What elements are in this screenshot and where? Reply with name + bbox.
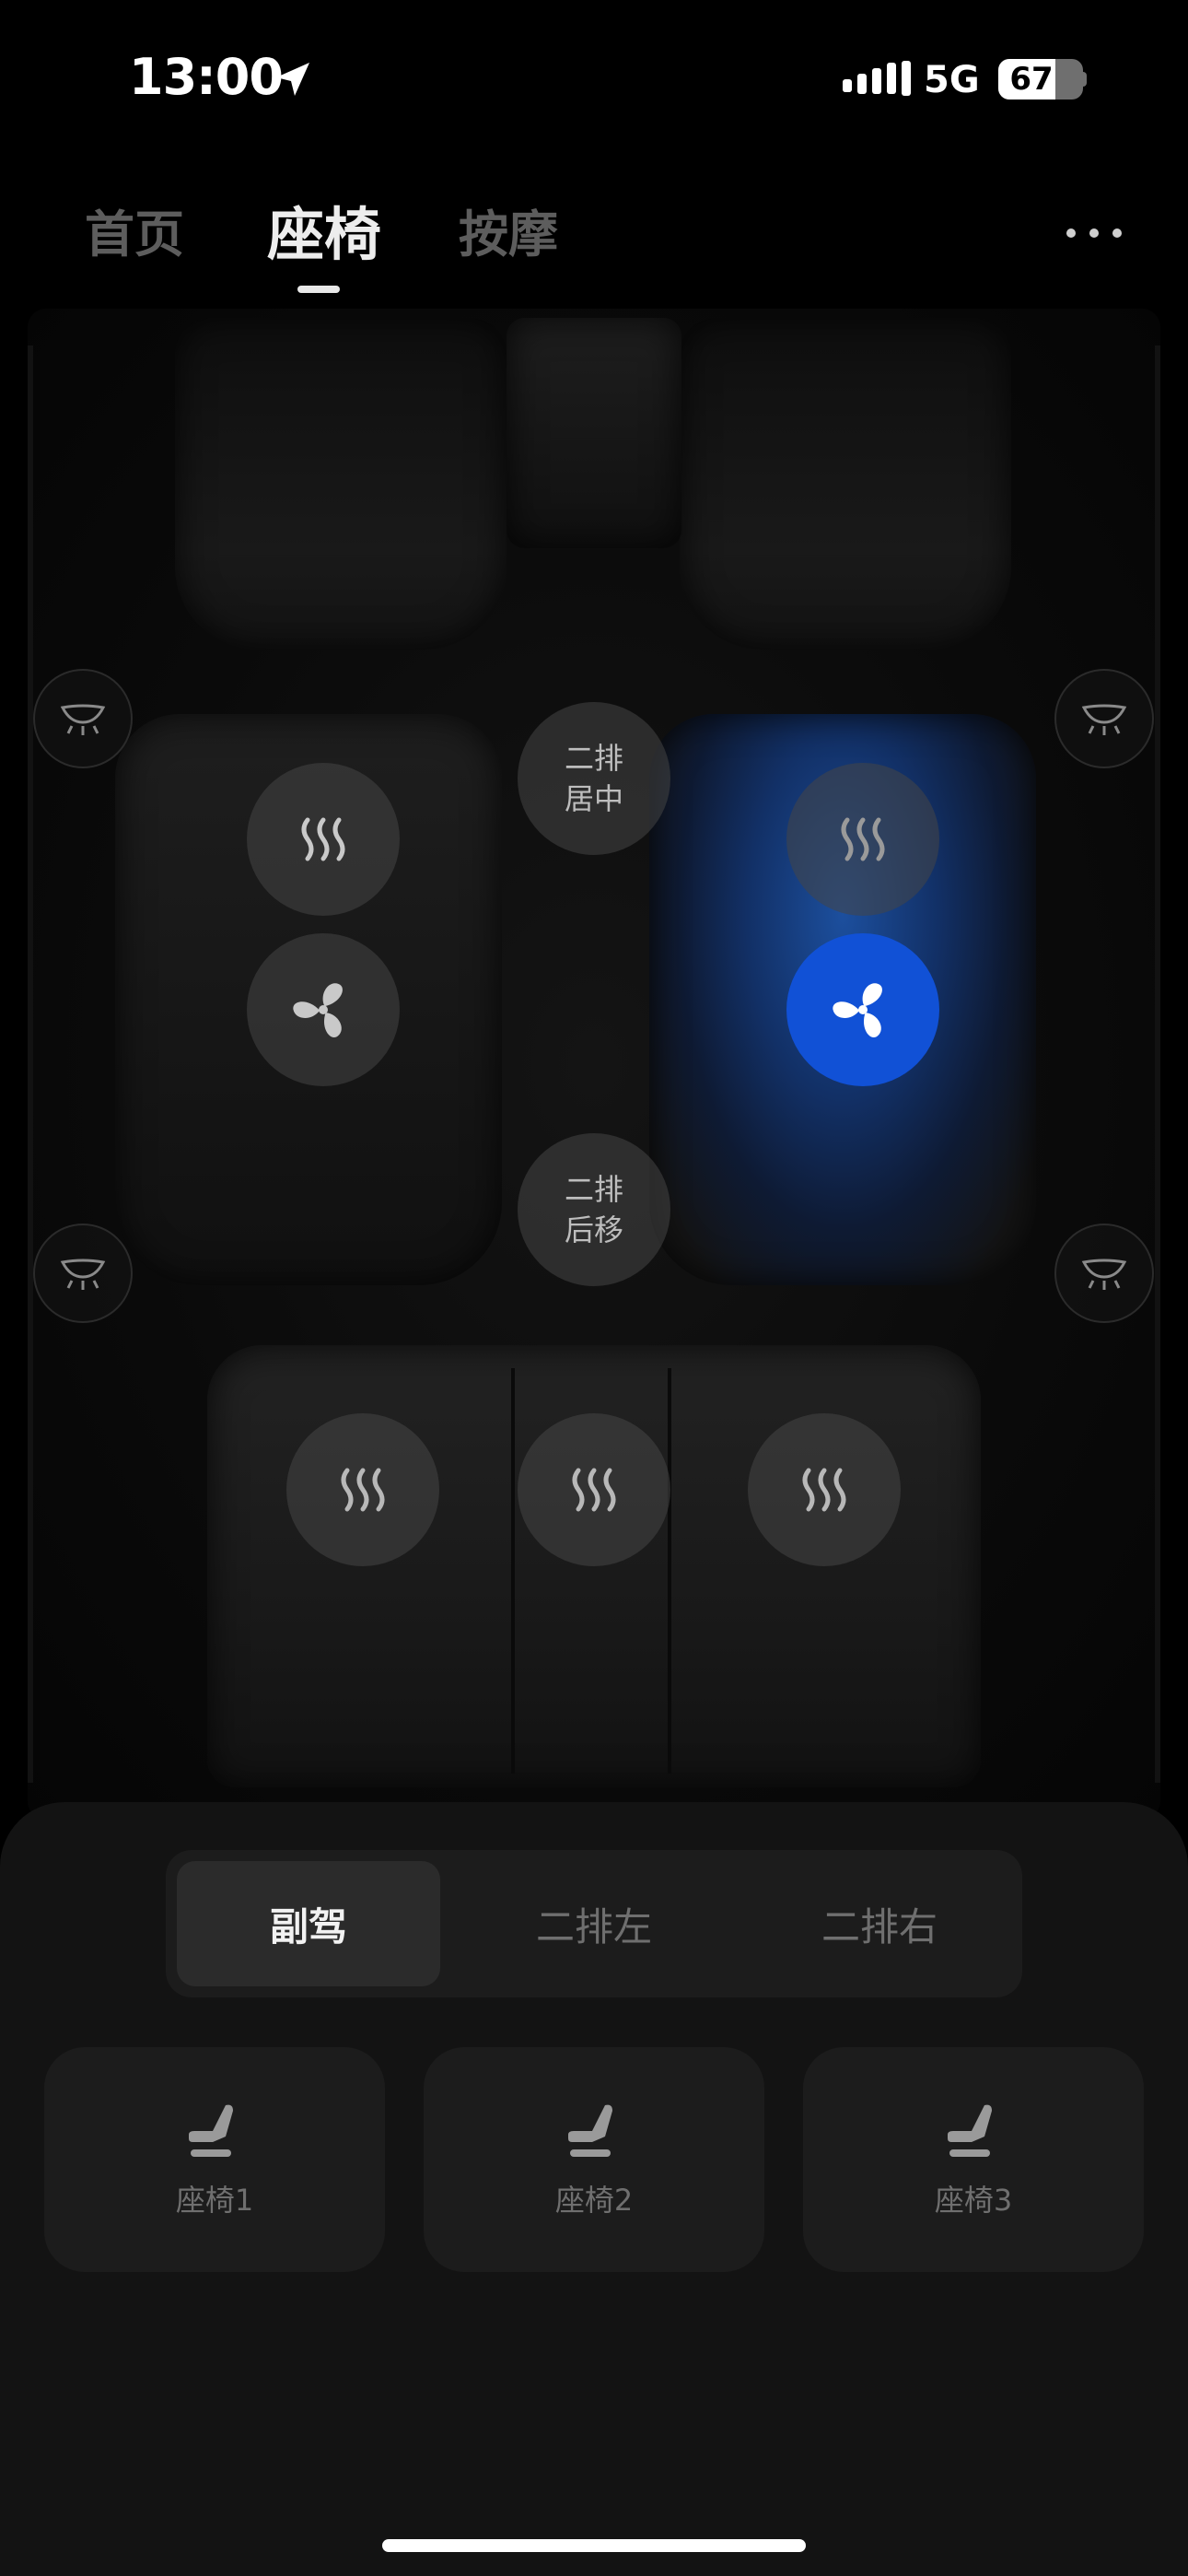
seat-icon [948, 2104, 992, 2157]
seat-preset-card-1[interactable]: 座椅1 [44, 2047, 385, 2272]
heat-icon [841, 817, 885, 861]
back-button-line2: 后移 [564, 1212, 623, 1247]
reading-light-icon [60, 1259, 106, 1290]
seat-ventilation-button-active[interactable] [786, 933, 939, 1086]
bench-divider [511, 1368, 515, 1774]
battery-icon: 67 [998, 59, 1083, 100]
status-time: 13:00 [129, 48, 284, 106]
reading-light-icon [60, 704, 106, 735]
heat-icon [802, 1468, 846, 1512]
network-type: 5G [924, 59, 980, 101]
seat-heat-button[interactable] [518, 1413, 670, 1566]
back-button-line1: 二排 [564, 1172, 623, 1207]
tab-home[interactable]: 首页 [85, 193, 184, 266]
active-tab-indicator [297, 286, 340, 293]
top-tabs: 首页 座椅 按摩 [0, 193, 1188, 295]
location-arrow-icon [276, 63, 309, 96]
more-dot-icon [1112, 228, 1122, 238]
seat-preset-label: 座椅2 [554, 2183, 634, 2218]
seat-heat-button[interactable] [247, 763, 400, 916]
front-right-seat [680, 318, 1011, 650]
seat-heat-button[interactable] [786, 763, 939, 916]
tab-seat[interactable]: 座椅 [267, 188, 381, 271]
seat-ventilation-button[interactable] [247, 933, 400, 1086]
reading-light-button[interactable] [33, 669, 133, 768]
tab-massage[interactable]: 按摩 [459, 193, 558, 266]
car-left-rail [28, 345, 33, 1783]
seat-option-second-right[interactable]: 二排右 [748, 1861, 1011, 1986]
reading-light-button[interactable] [1054, 1224, 1154, 1323]
car-right-rail [1155, 345, 1160, 1783]
seat-option-passenger[interactable]: 副驾 [177, 1861, 440, 1986]
seat-icon [189, 2104, 233, 2157]
fan-icon [833, 983, 882, 1037]
more-dot-icon [1089, 228, 1099, 238]
reading-light-icon [1081, 704, 1127, 735]
cellular-signal-icon [843, 61, 911, 96]
battery-nub [1079, 72, 1087, 87]
seat-preset-card-3[interactable]: 座椅3 [803, 2047, 1144, 2272]
reading-light-button[interactable] [1054, 669, 1154, 768]
third-row-bench [207, 1345, 981, 1787]
reading-light-icon [1081, 1259, 1127, 1290]
seat-heat-button[interactable] [748, 1413, 901, 1566]
seat-option-second-left[interactable]: 二排左 [462, 1861, 726, 1986]
seat-icon [568, 2104, 612, 2157]
heat-icon [572, 1468, 616, 1512]
seat-preset-label: 座椅3 [934, 2183, 1013, 2218]
status-bar: 13:00 5G 67 [0, 0, 1188, 157]
battery-percent: 67 [1009, 61, 1054, 98]
car-top-view [28, 309, 1160, 1820]
center-button-line1: 二排 [564, 741, 623, 776]
fan-icon [293, 983, 343, 1037]
bench-divider [668, 1368, 671, 1774]
seat-preset-label: 座椅1 [175, 2183, 254, 2218]
more-dot-icon [1066, 228, 1076, 238]
bottom-panel: 副驾 二排左 二排右 座椅1 座椅2 座椅3 [0, 1802, 1188, 2576]
second-row-center-button[interactable]: 二排 居中 [518, 702, 670, 855]
seat-heat-button[interactable] [286, 1413, 439, 1566]
center-button-line2: 居中 [564, 781, 623, 816]
center-console [507, 318, 681, 548]
seat-selector: 副驾 二排左 二排右 [166, 1850, 1022, 1997]
second-row-back-button[interactable]: 二排 后移 [518, 1133, 670, 1286]
reading-light-button[interactable] [33, 1224, 133, 1323]
seat-preset-card-2[interactable]: 座椅2 [424, 2047, 764, 2272]
home-indicator[interactable] [382, 2539, 806, 2552]
heat-icon [301, 817, 345, 861]
front-left-seat [175, 318, 507, 650]
more-options-button[interactable] [1066, 228, 1122, 247]
heat-icon [341, 1468, 385, 1512]
